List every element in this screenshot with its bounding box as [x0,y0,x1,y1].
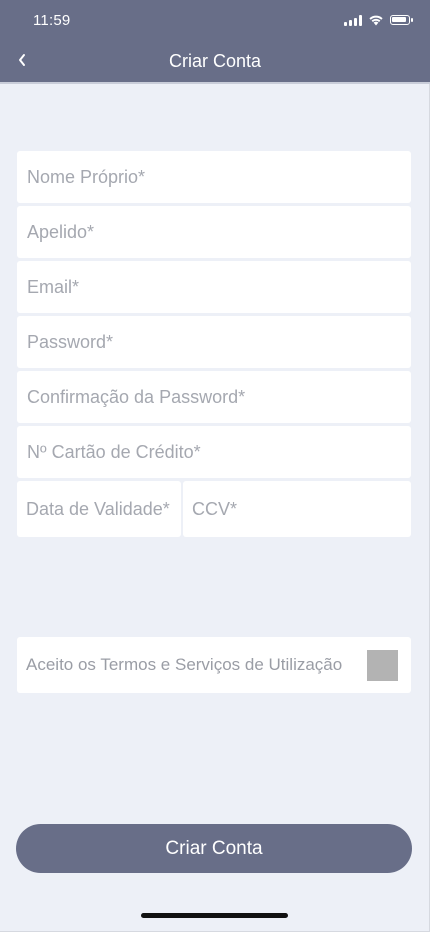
card-details-row [17,481,411,537]
expiry-input[interactable] [26,498,181,520]
last-name-field[interactable] [17,206,411,258]
email-input[interactable] [27,276,411,298]
password-confirm-input[interactable] [27,386,411,408]
card-number-field[interactable] [17,426,411,478]
terms-checkbox[interactable] [367,650,398,681]
create-account-button[interactable]: Criar Conta [16,824,412,873]
ccv-input[interactable] [192,498,411,520]
first-name-field[interactable] [17,151,411,203]
page-title: Criar Conta [168,51,262,71]
card-number-input[interactable] [27,441,411,463]
battery-icon [390,15,413,25]
terms-label: Aceito os Termos e Serviços de Utilizaçã… [26,655,343,674]
password-input[interactable] [27,331,411,353]
home-indicator [141,913,288,918]
first-name-input[interactable] [27,166,411,188]
wifi-icon [369,15,383,26]
signal-icon [344,14,362,26]
terms-row: Aceito os Termos e Serviços de Utilizaçã… [17,637,411,693]
create-account-screen: 11:59 Criar Conta Nome Próprio* Apelido*… [0,0,430,932]
password-field[interactable] [17,316,411,368]
email-field[interactable] [17,261,411,313]
header-bar: 11:59 Criar Conta [0,0,430,84]
ccv-field[interactable] [183,481,411,537]
status-icons [344,13,413,27]
password-confirm-field[interactable] [17,371,411,423]
status-time: 11:59 [33,12,71,29]
expiry-field[interactable] [17,481,181,537]
last-name-input[interactable] [27,221,411,243]
